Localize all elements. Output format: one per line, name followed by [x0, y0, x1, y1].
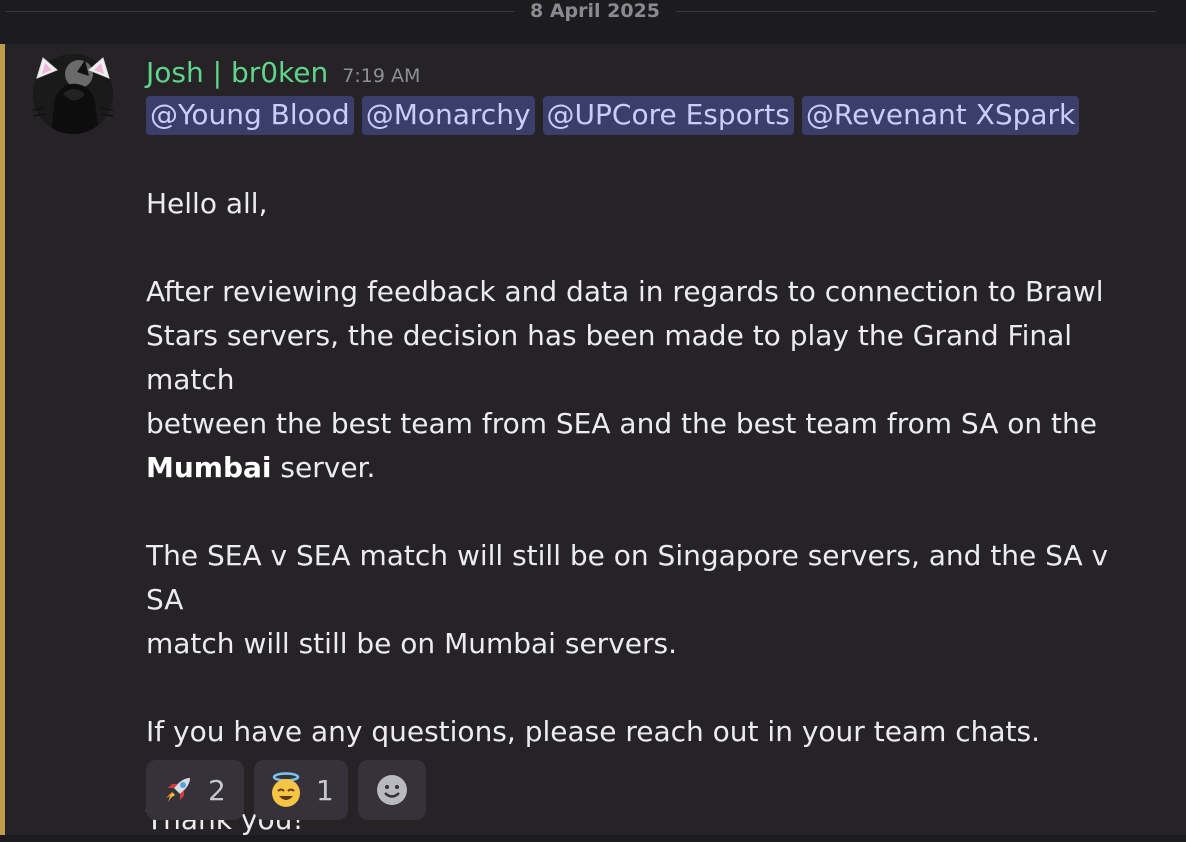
reaction-rocket[interactable]: 2 [146, 760, 244, 820]
date-divider: 8 April 2025 [0, 0, 1186, 44]
author-name[interactable]: Josh | br0ken [146, 56, 328, 90]
role-mention-upcore-esports[interactable]: @UPCore Esports [542, 96, 794, 135]
reaction-bar: 2 1 [146, 760, 426, 820]
highlight-bar [0, 44, 5, 835]
body-line: match will still be on Mumbai servers. [146, 627, 677, 660]
reaction-count: 1 [316, 773, 334, 807]
add-reaction-icon [372, 770, 412, 810]
body-line: Mumbai server. [146, 446, 1146, 490]
add-reaction-button[interactable] [358, 760, 426, 820]
message-timestamp[interactable]: 7:19 AM [342, 59, 420, 93]
divider-line-left [6, 11, 514, 12]
reaction-count: 2 [208, 773, 226, 807]
reaction-halo[interactable]: 1 [254, 760, 348, 820]
body-line: Stars servers, the decision has been mad… [146, 319, 1073, 396]
date-label: 8 April 2025 [529, 0, 661, 22]
avatar-image-icon [33, 54, 113, 134]
role-mention-young-blood[interactable]: @Young Blood [146, 96, 354, 135]
mention-row: @Young Blood @Monarchy @UPCore Esports @… [146, 96, 1080, 135]
chat-message[interactable]: Josh | br0ken 7:19 AM @Young Blood @Mona… [0, 44, 1186, 836]
message-content: Hello all, After reviewing feedback and … [146, 182, 1146, 842]
body-line: The SEA v SEA match will still be on Sin… [146, 539, 1109, 616]
bold-server-name: Mumbai [146, 451, 272, 484]
avatar[interactable] [33, 54, 113, 134]
smiling-face-with-halo-icon [266, 770, 306, 810]
body-line: If you have any questions, please reach … [146, 715, 1041, 748]
greeting-line: Hello all, [146, 187, 268, 220]
body-text-tail: server. [271, 451, 376, 484]
body-line: between the best team from SEA and the b… [146, 407, 1097, 440]
role-mention-monarchy[interactable]: @Monarchy [361, 96, 535, 135]
message-header: Josh | br0ken 7:19 AM [146, 56, 420, 90]
role-mention-revenant-xspark[interactable]: @Revenant XSpark [801, 96, 1080, 135]
divider-line-right [676, 11, 1156, 12]
body-line: After reviewing feedback and data in reg… [146, 275, 1104, 308]
rocket-icon [158, 770, 198, 810]
